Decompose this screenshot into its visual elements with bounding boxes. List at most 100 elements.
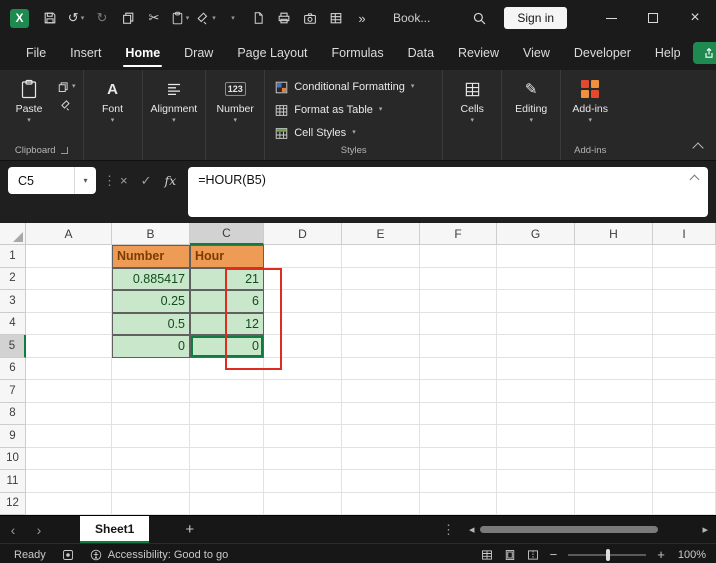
cell-F4[interactable] [420,312,497,335]
share-button[interactable]: Share [692,42,716,64]
search-icon[interactable] [466,5,492,31]
cell-I10[interactable] [653,447,716,470]
cut-icon[interactable]: ✂ [141,5,167,31]
cell-H9[interactable] [575,425,653,448]
cell-F3[interactable] [420,290,497,313]
zoom-out-icon[interactable]: − [550,547,558,562]
cell-C1[interactable]: Hour [190,245,264,268]
cell-F11[interactable] [420,470,497,493]
cell-G8[interactable] [497,402,575,425]
cell-C2[interactable]: 21 [190,267,264,290]
cell-A6[interactable] [26,357,112,380]
tab-formulas[interactable]: Formulas [320,36,396,70]
row-header-10[interactable]: 10 [0,447,26,470]
cell-A2[interactable] [26,267,112,290]
cell-G1[interactable] [497,245,575,268]
column-header-A[interactable]: A [26,223,112,245]
cell-C6[interactable] [190,357,264,380]
tab-review[interactable]: Review [446,36,511,70]
cell-C3[interactable]: 6 [190,290,264,313]
cell-G3[interactable] [497,290,575,313]
cell-I4[interactable] [653,312,716,335]
cell-B5[interactable]: 0 [112,335,190,358]
row-header-4[interactable]: 4 [0,312,26,335]
cell-A11[interactable] [26,470,112,493]
addins-button[interactable]: Add-ins ▾ [565,73,615,124]
cell-H11[interactable] [575,470,653,493]
cell-B10[interactable] [112,447,190,470]
expand-formula-bar-icon[interactable] [689,174,700,185]
cell-A10[interactable] [26,447,112,470]
cell-styles-button[interactable]: Cell Styles ▾ [275,123,432,143]
row-header-8[interactable]: 8 [0,402,26,425]
paste-icon[interactable]: ▾ [167,5,193,31]
copy-button[interactable]: ▾ [57,81,76,93]
table-icon[interactable] [323,5,349,31]
column-header-G[interactable]: G [497,223,575,245]
cell-B11[interactable] [112,470,190,493]
cell-H7[interactable] [575,380,653,403]
column-header-C[interactable]: C [190,223,264,245]
column-header-D[interactable]: D [264,223,342,245]
cell-B7[interactable] [112,380,190,403]
toolbar-overflow-icon[interactable]: » [349,5,375,31]
cell-D11[interactable] [264,470,342,493]
tab-file[interactable]: File [14,36,58,70]
cell-F10[interactable] [420,447,497,470]
normal-view-icon[interactable] [481,549,493,561]
cell-F1[interactable] [420,245,497,268]
quick-access-dropdown-icon[interactable]: ▾ [219,5,245,31]
cell-H5[interactable] [575,335,653,358]
cell-G11[interactable] [497,470,575,493]
cell-E12[interactable] [342,492,420,515]
tab-help[interactable]: Help [643,36,693,70]
cell-E8[interactable] [342,402,420,425]
row-header-3[interactable]: 3 [0,290,26,313]
chevron-down-icon[interactable]: ▾ [74,167,96,194]
next-sheet-icon[interactable]: › [26,522,52,538]
cell-D6[interactable] [264,357,342,380]
cell-C9[interactable] [190,425,264,448]
formula-bar-options-icon[interactable]: ⋮ [103,167,116,194]
cell-F7[interactable] [420,380,497,403]
font-button[interactable]: A Font ▾ [88,73,138,125]
cell-E11[interactable] [342,470,420,493]
minimize-button[interactable] [590,0,632,36]
row-header-6[interactable]: 6 [0,357,26,380]
zoom-in-icon[interactable]: + [657,547,665,562]
cell-F12[interactable] [420,492,497,515]
cell-C8[interactable] [190,402,264,425]
macro-record-icon[interactable] [62,549,74,561]
editing-button[interactable]: ✎ Editing ▾ [506,73,556,124]
enter-icon[interactable]: ✓ [141,173,152,189]
cell-B6[interactable] [112,357,190,380]
horizontal-scrollbar[interactable]: ◂ ▸ [469,523,708,536]
cells-button[interactable]: Cells ▾ [447,73,497,124]
cell-F2[interactable] [420,267,497,290]
cell-H1[interactable] [575,245,653,268]
cell-I1[interactable] [653,245,716,268]
column-header-B[interactable]: B [112,223,190,245]
cell-H4[interactable] [575,312,653,335]
page-layout-view-icon[interactable] [504,549,516,561]
cell-E9[interactable] [342,425,420,448]
number-button[interactable]: 123 Number ▾ [210,73,260,124]
cell-I2[interactable] [653,267,716,290]
cell-A1[interactable] [26,245,112,268]
undo-icon[interactable]: ↺ ▾ [63,5,89,31]
select-all-button[interactable] [0,223,26,245]
cell-H2[interactable] [575,267,653,290]
cell-E5[interactable] [342,335,420,358]
cell-C11[interactable] [190,470,264,493]
cell-A4[interactable] [26,312,112,335]
zoom-level[interactable]: 100% [678,549,706,561]
cell-H6[interactable] [575,357,653,380]
cell-A5[interactable] [26,335,112,358]
cell-E10[interactable] [342,447,420,470]
cell-I8[interactable] [653,402,716,425]
collapse-ribbon-icon[interactable] [692,142,704,154]
cell-I7[interactable] [653,380,716,403]
column-header-E[interactable]: E [342,223,420,245]
cell-A9[interactable] [26,425,112,448]
cell-E3[interactable] [342,290,420,313]
